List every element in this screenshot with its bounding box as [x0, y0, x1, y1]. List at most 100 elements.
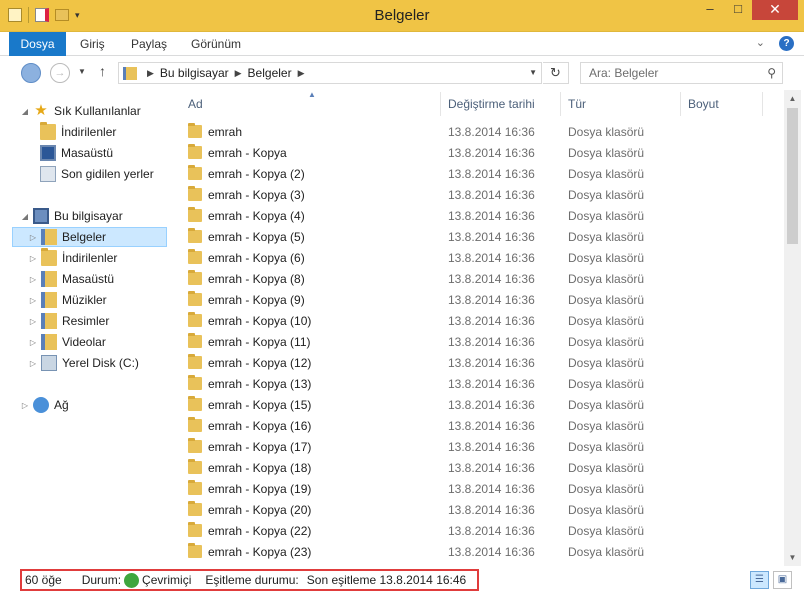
file-name: emrah - Kopya (23): [208, 545, 312, 559]
collapsed-arrow-icon[interactable]: ▷: [28, 254, 38, 263]
file-date: 13.8.2014 16:36: [448, 356, 535, 370]
file-row[interactable]: emrah - Kopya (2) 13.8.2014 16:36 Dosya kl…: [176, 164, 784, 185]
expanded-arrow-icon[interactable]: ◢: [20, 212, 30, 221]
status-details-highlight: 60 öğe Durum: Çevrimiçi Eşitleme durumu:…: [20, 569, 479, 591]
folder-icon: [188, 333, 202, 348]
collapsed-arrow-icon[interactable]: ▷: [28, 338, 38, 347]
nav-pc-belgeler[interactable]: ▷ Belgeler: [12, 227, 167, 247]
nav-favorites-son-gidilen[interactable]: Son gidilen yerler: [40, 164, 154, 184]
back-button[interactable]: [21, 63, 41, 83]
file-row[interactable]: emrah - Kopya (5) 13.8.2014 16:36 Dosya kl…: [176, 227, 784, 248]
large-icons-view-icon[interactable]: ▣: [773, 571, 792, 589]
tab-gorunum[interactable]: Görünüm: [191, 32, 241, 56]
nav-pc-resimler[interactable]: ▷ Resimler: [28, 311, 109, 331]
refresh-button[interactable]: ↻: [543, 62, 569, 84]
nav-favorites-masaustu[interactable]: Masaüstü: [40, 143, 113, 163]
ribbon-tabs: Dosya Giriş Paylaş Görünüm ⌄ ?: [0, 32, 804, 56]
file-row[interactable]: emrah - Kopya (3) 13.8.2014 16:36 Dosya kl…: [176, 185, 784, 206]
file-row[interactable]: emrah 13.8.2014 16:36 Dosya klasörü: [176, 122, 784, 143]
folder-icon: [188, 396, 202, 411]
maximize-button[interactable]: □: [724, 0, 752, 20]
vertical-scrollbar[interactable]: ▲ ▼: [784, 90, 801, 566]
file-row[interactable]: emrah - Kopya (20) 13.8.2014 16:36 Dosya k…: [176, 500, 784, 521]
column-divider[interactable]: [440, 92, 441, 116]
chevron-right-icon[interactable]: ▶: [235, 68, 242, 79]
column-divider[interactable]: [560, 92, 561, 116]
up-button[interactable]: ↑: [99, 63, 106, 79]
nav-favorites-indirilenler[interactable]: İndirilenler: [40, 122, 116, 142]
sort-ascending-icon: ▲: [308, 90, 316, 99]
folder-icon: [188, 186, 202, 201]
column-header-name[interactable]: Ad: [188, 90, 203, 118]
nav-pc-indirilenler[interactable]: ▷ İndirilenler: [28, 248, 117, 268]
file-row[interactable]: emrah - Kopya (4) 13.8.2014 16:36 Dosya kl…: [176, 206, 784, 227]
file-name: emrah: [208, 125, 243, 139]
breadcrumb-bu-bilgisayar[interactable]: Bu bilgisayar: [160, 66, 229, 80]
file-row[interactable]: emrah - Kopya (13) 13.8.2014 16:36 Dosya k…: [176, 374, 784, 395]
window-controls: – □ ✕: [696, 0, 798, 20]
address-bar[interactable]: ▶ Bu bilgisayar ▶ Belgeler ▶ ▼: [118, 62, 542, 84]
address-dropdown-icon[interactable]: ▼: [529, 68, 537, 77]
search-input[interactable]: Ara: Belgeler ⚲: [580, 62, 783, 84]
file-name: emrah - Kopya: [208, 146, 287, 160]
collapsed-arrow-icon[interactable]: ▷: [28, 359, 38, 368]
nav-favorites[interactable]: ◢ ★ Sık Kullanılanlar: [20, 101, 141, 121]
file-row[interactable]: emrah - Kopya (22) 13.8.2014 16:36 Dosya k…: [176, 521, 784, 542]
collapsed-arrow-icon[interactable]: ▷: [28, 275, 38, 284]
file-row[interactable]: emrah - Kopya 13.8.2014 16:36 Dosya klasör…: [176, 143, 784, 164]
file-name: emrah - Kopya (10): [208, 314, 312, 328]
search-icon[interactable]: ⚲: [767, 63, 776, 83]
close-button[interactable]: ✕: [752, 0, 798, 20]
file-row[interactable]: emrah - Kopya (6) 13.8.2014 16:36 Dosya kl…: [176, 248, 784, 269]
scroll-thumb[interactable]: [787, 108, 798, 244]
network-icon: [33, 397, 49, 413]
file-row[interactable]: emrah - Kopya (9) 13.8.2014 16:36 Dosya kl…: [176, 290, 784, 311]
details-view-icon[interactable]: ☰: [750, 571, 769, 589]
expanded-arrow-icon[interactable]: ◢: [20, 107, 30, 116]
file-row[interactable]: emrah - Kopya (8) 13.8.2014 16:36 Dosya kl…: [176, 269, 784, 290]
nav-ag[interactable]: ▷ Ağ: [20, 395, 69, 415]
chevron-right-icon[interactable]: ▶: [298, 68, 305, 79]
file-name: emrah - Kopya (22): [208, 524, 312, 538]
file-row[interactable]: emrah - Kopya (11) 13.8.2014 16:36 Dosya k…: [176, 332, 784, 353]
help-icon[interactable]: ?: [779, 36, 794, 51]
column-divider[interactable]: [762, 92, 763, 116]
tab-giris[interactable]: Giriş: [80, 32, 105, 56]
scroll-down-icon[interactable]: ▼: [784, 549, 801, 566]
file-row[interactable]: emrah - Kopya (19) 13.8.2014 16:36 Dosya k…: [176, 479, 784, 500]
file-row[interactable]: emrah - Kopya (16) 13.8.2014 16:36 Dosya k…: [176, 416, 784, 437]
column-header-date[interactable]: Değiştirme tarihi: [448, 90, 535, 118]
scroll-up-icon[interactable]: ▲: [784, 90, 801, 107]
tab-dosya[interactable]: Dosya: [9, 32, 66, 56]
nav-pc-masaustu[interactable]: ▷ Masaüstü: [28, 269, 114, 289]
collapsed-arrow-icon[interactable]: ▷: [28, 233, 38, 242]
nav-pc-videolar[interactable]: ▷ Videolar: [28, 332, 106, 352]
expand-ribbon-icon[interactable]: ⌄: [756, 36, 765, 51]
file-row[interactable]: emrah - Kopya (15) 13.8.2014 16:36 Dosya k…: [176, 395, 784, 416]
file-row[interactable]: emrah - Kopya (23) 13.8.2014 16:36 Dosya k…: [176, 542, 784, 563]
column-header-size[interactable]: Boyut: [688, 90, 719, 118]
nav-pc-yerel-disk[interactable]: ▷ Yerel Disk (C:): [28, 353, 139, 373]
nav-pc-muzikler[interactable]: ▷ Müzikler: [28, 290, 107, 310]
collapsed-arrow-icon[interactable]: ▷: [28, 317, 38, 326]
breadcrumb-belgeler[interactable]: Belgeler: [248, 66, 292, 80]
file-row[interactable]: emrah - Kopya (10) 13.8.2014 16:36 Dosya k…: [176, 311, 784, 332]
collapsed-arrow-icon[interactable]: ▷: [28, 296, 38, 305]
file-row[interactable]: emrah - Kopya (18) 13.8.2014 16:36 Dosya k…: [176, 458, 784, 479]
folder-icon: [188, 438, 202, 453]
file-row[interactable]: emrah - Kopya (12) 13.8.2014 16:36 Dosya k…: [176, 353, 784, 374]
view-switcher: ☰ ▣: [750, 571, 792, 589]
minimize-button[interactable]: –: [696, 0, 724, 20]
desktop-folder-icon: [41, 271, 57, 287]
folder-icon: [188, 291, 202, 306]
file-row[interactable]: emrah - Kopya (17) 13.8.2014 16:36 Dosya k…: [176, 437, 784, 458]
collapsed-arrow-icon[interactable]: ▷: [20, 401, 30, 410]
nav-bu-bilgisayar[interactable]: ◢ Bu bilgisayar: [20, 206, 123, 226]
chevron-right-icon[interactable]: ▶: [147, 68, 154, 79]
column-header-type[interactable]: Tür: [568, 90, 586, 118]
tab-paylas[interactable]: Paylaş: [131, 32, 167, 56]
file-date: 13.8.2014 16:36: [448, 209, 535, 223]
column-divider[interactable]: [680, 92, 681, 116]
forward-button[interactable]: →: [50, 63, 70, 83]
recent-locations-dropdown[interactable]: ▼: [78, 67, 86, 76]
